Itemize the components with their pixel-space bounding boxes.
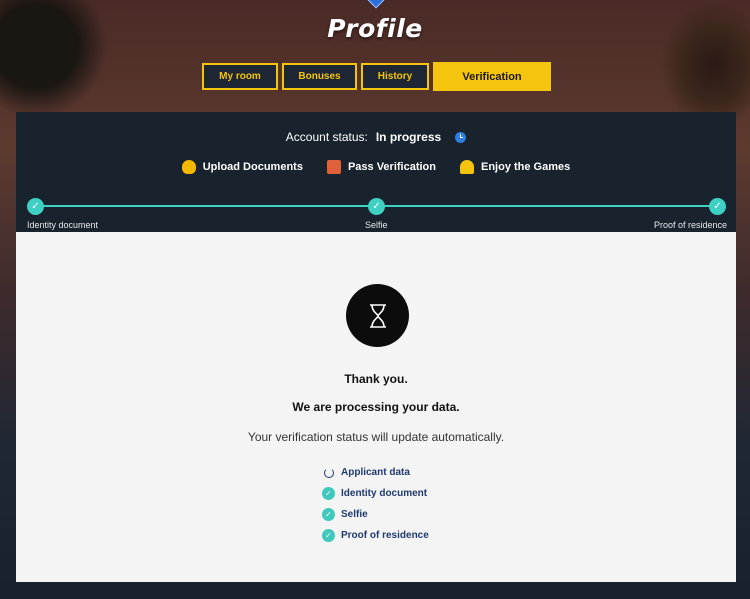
account-status-label: Account status:	[285, 130, 368, 144]
thank-you-text: Thank you.	[344, 372, 408, 386]
tab-history[interactable]: History	[361, 63, 429, 90]
check-icon: ✓	[322, 508, 335, 521]
check-icon: ✓	[709, 198, 726, 215]
account-status: Account status: In progress	[16, 130, 736, 144]
spinner-icon	[324, 467, 334, 478]
clock-icon	[455, 131, 467, 143]
verification-steps: Upload Documents Pass Verification Enjoy…	[16, 160, 736, 174]
step-upload: Upload Documents	[181, 160, 303, 174]
profile-tabs: My room Bonuses History Verification	[202, 62, 551, 91]
coins-icon	[181, 160, 196, 174]
check-icon: ✓	[27, 198, 44, 215]
page-title: Profile	[327, 14, 423, 43]
step-enjoy-label: Enjoy the Games	[481, 161, 571, 173]
progress-label-selfie: Selfie	[365, 220, 388, 230]
account-status-value: In progress	[375, 130, 442, 144]
verification-checklist: Applicant data ✓ Identity document ✓ Sel…	[322, 462, 429, 546]
step-pass: Pass Verification	[326, 160, 436, 174]
hourglass-icon	[346, 284, 409, 347]
progress-label-residence: Proof of residence	[653, 220, 727, 230]
list-item: Applicant data	[322, 462, 429, 483]
progress-track: ✓ ✓ ✓	[27, 198, 727, 218]
tab-my-room[interactable]: My room	[202, 63, 278, 90]
tab-bonuses[interactable]: Bonuses	[282, 63, 357, 90]
user-icon	[460, 160, 474, 174]
checklist-label: Identity document	[341, 488, 428, 499]
document-icon	[326, 160, 341, 174]
step-upload-label: Upload Documents	[202, 161, 303, 173]
progress-label-identity: Identity document	[27, 220, 99, 230]
check-icon: ✓	[368, 198, 385, 215]
list-item: ✓ Identity document	[322, 483, 429, 504]
checklist-label: Applicant data	[341, 467, 410, 478]
verification-panel: Account status: In progress Upload Docum…	[16, 112, 736, 582]
status-content: Thank you. We are processing your data. …	[16, 232, 736, 582]
step-enjoy: Enjoy the Games	[460, 160, 570, 174]
tab-verification[interactable]: Verification	[433, 62, 551, 91]
step-pass-label: Pass Verification	[347, 161, 436, 173]
check-icon: ✓	[322, 487, 335, 500]
check-icon: ✓	[322, 529, 335, 542]
checklist-label: Proof of residence	[341, 530, 429, 541]
progress-labels: Identity document Selfie Proof of reside…	[27, 220, 727, 232]
update-info-text: Your verification status will update aut…	[247, 430, 505, 444]
processing-text: We are processing your data.	[292, 400, 460, 414]
list-item: ✓ Selfie	[322, 504, 429, 525]
checklist-label: Selfie	[341, 509, 368, 520]
list-item: ✓ Proof of residence	[322, 525, 429, 546]
